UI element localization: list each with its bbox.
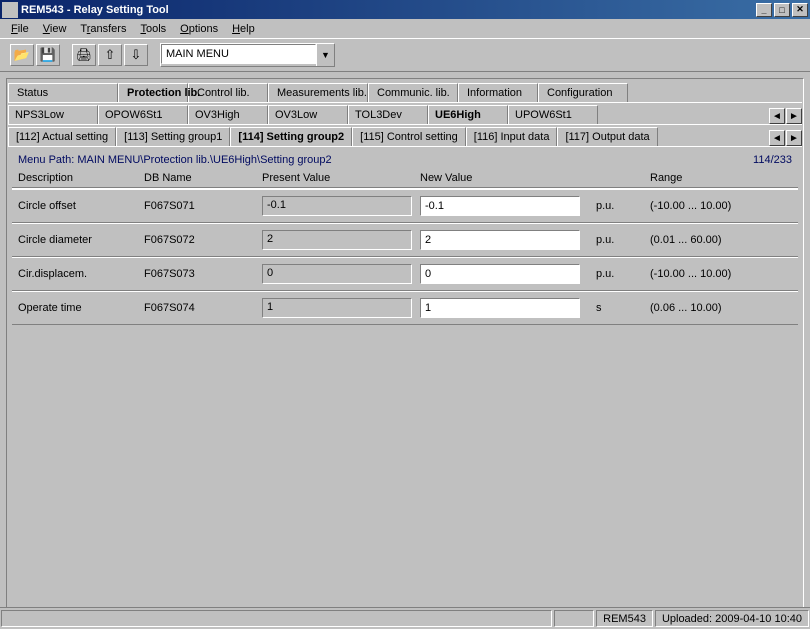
cell-unit: p.u. <box>588 200 650 212</box>
tab-ue6high[interactable]: UE6High <box>428 105 508 124</box>
window-title: REM543 - Relay Setting Tool <box>21 4 756 16</box>
tab-information[interactable]: Information <box>458 83 538 102</box>
download-icon: ⇩ <box>131 47 142 63</box>
new-value-input[interactable] <box>420 196 580 216</box>
cell-db: F067S073 <box>144 268 262 280</box>
row-operate-time: Operate time F067S074 1 s (0.06 ... 10.0… <box>12 291 798 325</box>
tab-114-setting-group2[interactable]: [114] Setting group2 <box>230 127 352 146</box>
dropdown-arrow-icon[interactable]: ▼ <box>316 44 334 66</box>
menu-bar: File View Transfers Tools Options Help <box>0 19 810 38</box>
cell-unit: p.u. <box>588 268 650 280</box>
present-value-field: 2 <box>262 230 412 250</box>
tab-117-output-data[interactable]: [117] Output data <box>557 127 657 146</box>
print-icon: 🖨 <box>76 47 93 63</box>
row-circle-offset: Circle offset F067S071 -0.1 p.u. (-10.00… <box>12 189 798 223</box>
header-new-value: New Value <box>420 172 650 184</box>
tab-115-control-setting[interactable]: [115] Control setting <box>352 127 466 146</box>
new-value-input[interactable] <box>420 230 580 250</box>
menu-view[interactable]: View <box>36 21 74 37</box>
tab-upow6st1[interactable]: UPOW6St1 <box>508 105 598 124</box>
close-button[interactable]: ✕ <box>792 3 808 17</box>
download-button[interactable]: ⇩ <box>124 44 148 66</box>
tab-control-lib[interactable]: Control lib. <box>188 83 268 102</box>
header-present-value: Present Value <box>262 172 420 184</box>
tab-113-setting-group1[interactable]: [113] Setting group1 <box>116 127 230 146</box>
tab2-nav-left[interactable]: ◄ <box>769 108 785 124</box>
header-range: Range <box>650 172 794 184</box>
tab-configuration[interactable]: Configuration <box>538 83 628 102</box>
upload-button[interactable]: ⇧ <box>98 44 122 66</box>
present-value-field: -0.1 <box>262 196 412 216</box>
cell-desc: Circle offset <box>16 200 144 212</box>
tab-communic-lib[interactable]: Communic. lib. <box>368 83 458 102</box>
cell-unit: s <box>588 302 650 314</box>
upload-icon: ⇧ <box>105 47 116 63</box>
tab3-nav-left[interactable]: ◄ <box>769 130 785 146</box>
tab-tol3dev[interactable]: TOL3Dev <box>348 105 428 124</box>
menu-tools[interactable]: Tools <box>133 21 173 37</box>
cell-desc: Circle diameter <box>16 234 144 246</box>
save-icon: 💾 <box>40 47 56 63</box>
app-icon <box>2 2 18 18</box>
cell-db: F067S074 <box>144 302 262 314</box>
status-spacer <box>1 610 552 627</box>
header-dbname: DB Name <box>144 172 262 184</box>
open-button[interactable]: 📂 <box>10 44 34 66</box>
cell-range: (0.01 ... 60.00) <box>650 234 794 246</box>
present-value-field: 0 <box>262 264 412 284</box>
tab-nps3low[interactable]: NPS3Low <box>8 105 98 124</box>
tab-112-actual-setting[interactable]: [112] Actual setting <box>8 127 116 146</box>
toolbar: 📂 💾 🖨 ⇧ ⇩ ▼ <box>0 38 810 72</box>
maximize-button[interactable]: □ <box>774 3 790 17</box>
folder-open-icon: 📂 <box>14 47 30 63</box>
new-value-input[interactable] <box>420 298 580 318</box>
menu-file[interactable]: File <box>4 21 36 37</box>
main-frame: Status Protection lib. Control lib. Meas… <box>6 78 804 608</box>
status-bar: REM543 Uploaded: 2009-04-10 10:40 <box>0 607 810 629</box>
tab3-nav-right[interactable]: ► <box>786 130 802 146</box>
header-description: Description <box>16 172 144 184</box>
save-button[interactable]: 💾 <box>36 44 60 66</box>
row-cir-displacem: Cir.displacem. F067S073 0 p.u. (-10.00 .… <box>12 257 798 291</box>
status-empty1 <box>554 610 594 627</box>
cell-unit: p.u. <box>588 234 650 246</box>
cell-desc: Cir.displacem. <box>16 268 144 280</box>
tab-protection-lib[interactable]: Protection lib. <box>118 83 188 102</box>
main-menu-input[interactable] <box>161 44 316 64</box>
menu-path-text: Menu Path: MAIN MENU\Protection lib.\UE6… <box>18 154 332 166</box>
status-uploaded: Uploaded: 2009-04-10 10:40 <box>655 610 809 627</box>
new-value-input[interactable] <box>420 264 580 284</box>
content-area: Menu Path: MAIN MENU\Protection lib.\UE6… <box>8 146 802 606</box>
row-circle-diameter: Circle diameter F067S072 2 p.u. (0.01 ..… <box>12 223 798 257</box>
tab-measurements-lib[interactable]: Measurements lib. <box>268 83 368 102</box>
cell-db: F067S072 <box>144 234 262 246</box>
cell-range: (0.06 ... 10.00) <box>650 302 794 314</box>
data-table: Circle offset F067S071 -0.1 p.u. (-10.00… <box>12 188 798 325</box>
tab-row-2: NPS3Low OPOW6St1 OV3High OV3Low TOL3Dev … <box>8 102 802 124</box>
tab-ov3high[interactable]: OV3High <box>188 105 268 124</box>
menu-transfers[interactable]: Transfers <box>73 21 133 37</box>
tab-status[interactable]: Status <box>8 83 118 102</box>
cell-desc: Operate time <box>16 302 144 314</box>
title-bar: REM543 - Relay Setting Tool _ □ ✕ <box>0 0 810 19</box>
menu-options[interactable]: Options <box>173 21 225 37</box>
print-button[interactable]: 🖨 <box>72 44 96 66</box>
tab-ov3low[interactable]: OV3Low <box>268 105 348 124</box>
tab2-nav-right[interactable]: ► <box>786 108 802 124</box>
menu-help[interactable]: Help <box>225 21 262 37</box>
tab-row-1: Status Protection lib. Control lib. Meas… <box>8 80 802 102</box>
minimize-button[interactable]: _ <box>756 3 772 17</box>
cell-db: F067S071 <box>144 200 262 212</box>
cell-range: (-10.00 ... 10.00) <box>650 200 794 212</box>
tab-opow6st1[interactable]: OPOW6St1 <box>98 105 188 124</box>
status-device: REM543 <box>596 610 653 627</box>
page-counter: 114/233 <box>753 154 792 166</box>
tab-row-3: [112] Actual setting [113] Setting group… <box>8 124 802 146</box>
main-menu-dropdown[interactable]: ▼ <box>160 43 335 67</box>
column-headers: Description DB Name Present Value New Va… <box>12 169 798 188</box>
tab-116-input-data[interactable]: [116] Input data <box>466 127 558 146</box>
present-value-field: 1 <box>262 298 412 318</box>
cell-range: (-10.00 ... 10.00) <box>650 268 794 280</box>
